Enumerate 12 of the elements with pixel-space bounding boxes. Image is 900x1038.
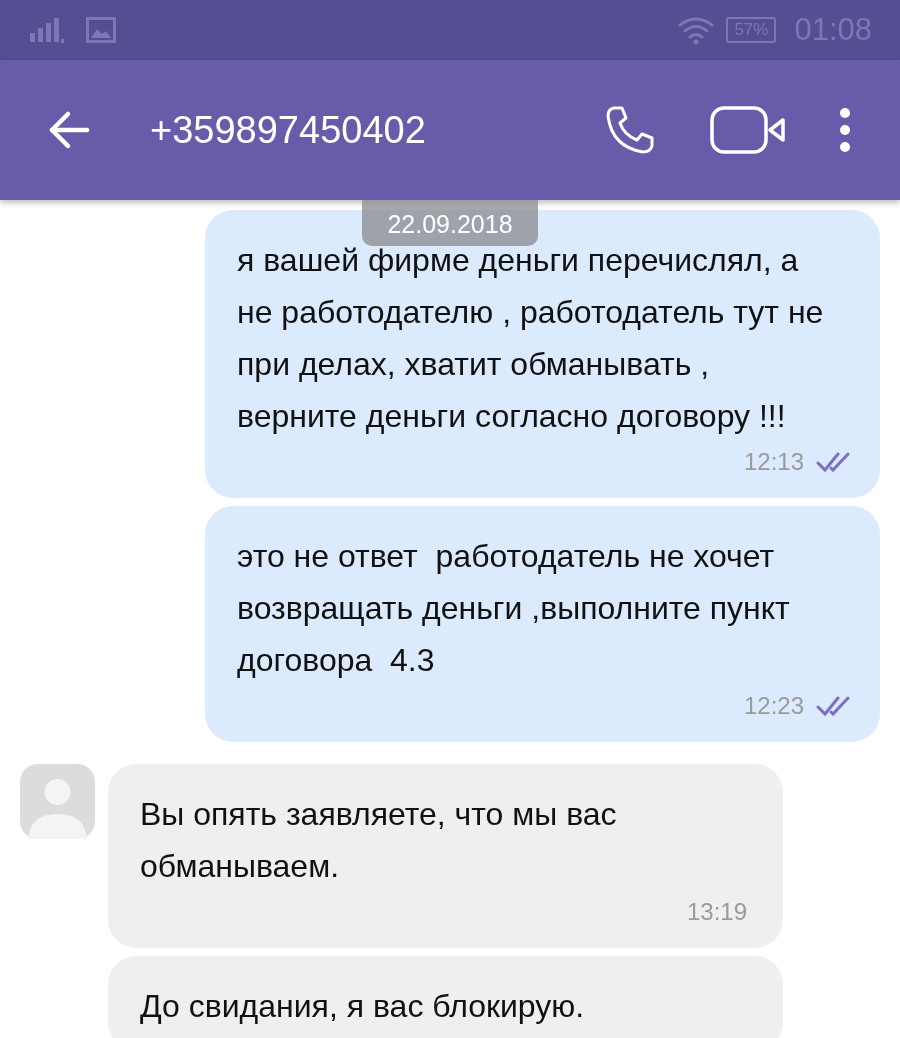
contact-title: +359897450402 [150, 107, 426, 153]
message-text: До свидания, я вас блокирую. [140, 987, 586, 1026]
message-text: это не ответ работодатель не хочет возвращать деньги ,выполните пункт договора 4.3 [237, 537, 791, 680]
message-text: Вы опять заявляете, что мы вас обманываем. [140, 795, 618, 886]
phone-icon[interactable] [604, 105, 656, 155]
date-chip: 22.09.2018 [362, 200, 538, 246]
video-camera-icon[interactable] [710, 105, 786, 155]
message-time: 12:13 [743, 447, 804, 477]
image-icon [86, 17, 116, 43]
more-options-icon[interactable] [838, 107, 852, 153]
message-time: 12:23 [743, 691, 804, 721]
message-time: 13:19 [686, 897, 747, 927]
